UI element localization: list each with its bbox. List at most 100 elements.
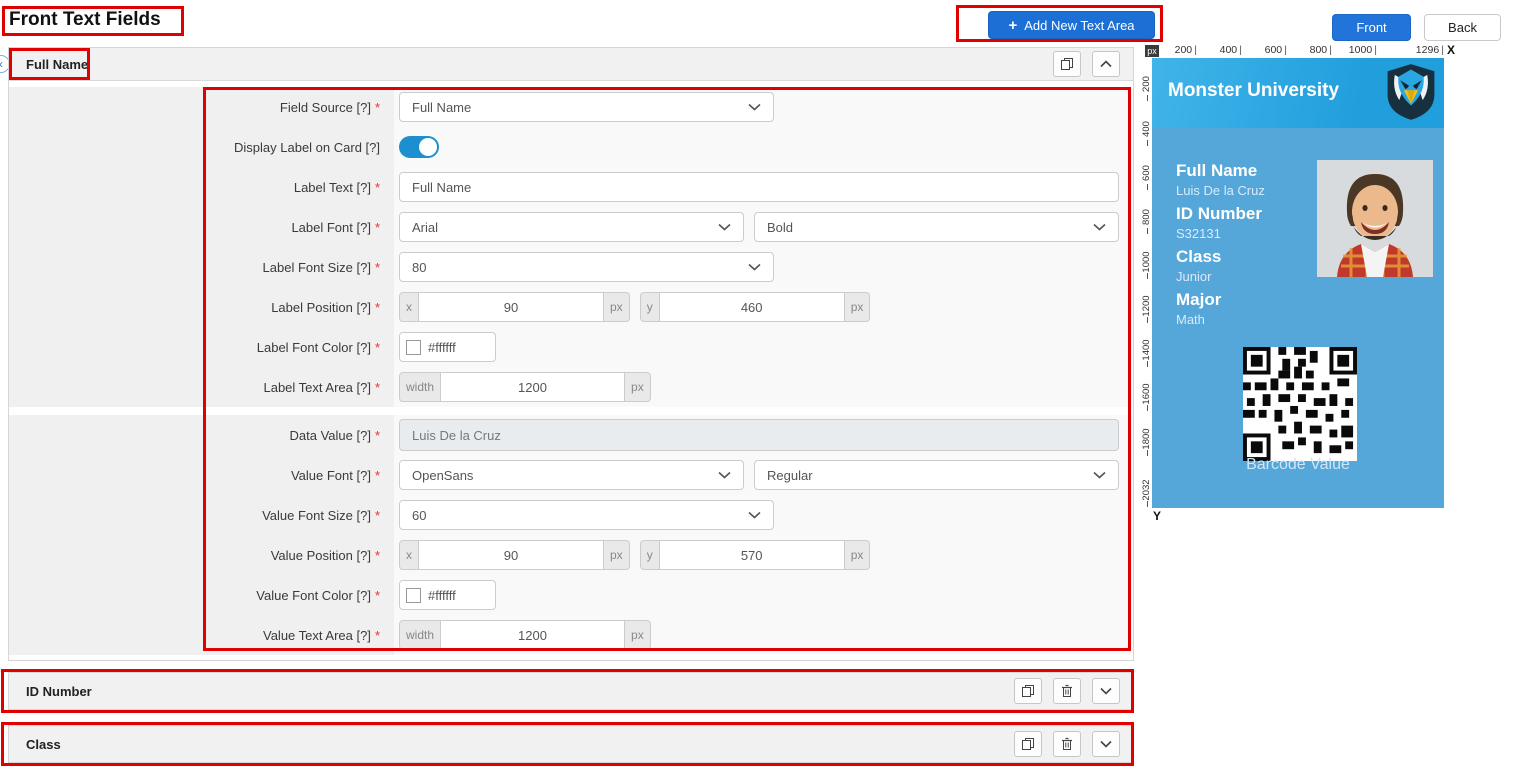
chevron-down-icon <box>718 471 731 479</box>
value-font-label: Value Font [?]* <box>9 455 394 495</box>
label-font-family-select[interactable]: Arial <box>399 212 744 242</box>
expand-button[interactable] <box>1092 678 1120 704</box>
add-new-text-area-button[interactable]: + Add New Text Area <box>988 11 1155 39</box>
value-font-family-select[interactable]: OpenSans <box>399 460 744 490</box>
full-name-panel-title: Full Name <box>22 57 88 72</box>
value-font-weight-select[interactable]: Regular <box>754 460 1119 490</box>
id-number-panel-header[interactable]: ID Number <box>8 672 1134 710</box>
add-new-text-area-label: Add New Text Area <box>1024 18 1134 33</box>
duplicate-button[interactable] <box>1014 731 1042 757</box>
label-font-size-select[interactable]: 80 <box>399 252 774 282</box>
x-tick: 600 <box>1239 44 1287 56</box>
class-panel-header[interactable]: Class <box>8 725 1134 763</box>
label-position-label: Label Position [?]* <box>9 287 394 327</box>
x-tick: 1000 <box>1329 44 1377 56</box>
width-addon: width <box>399 372 441 402</box>
label-font-size-row: Label Font Size [?]* 80 <box>9 247 1133 287</box>
x-tick: 400 <box>1194 44 1242 56</box>
card-field-value: Math <box>1176 310 1265 330</box>
school-logo-icon <box>1384 62 1438 122</box>
chevron-left-icon: ‹ <box>0 57 3 71</box>
display-label-label: Display Label on Card [?] <box>9 127 394 167</box>
value-position-label: Value Position [?]* <box>9 535 394 575</box>
page-title: Front Text Fields <box>9 9 161 31</box>
delete-button[interactable] <box>1053 678 1081 704</box>
full-name-panel: Full Name Field Source [?]* Full Na <box>8 47 1134 661</box>
field-source-row: Field Source [?]* Full Name <box>9 87 1133 127</box>
label-position-y-input[interactable] <box>659 292 845 322</box>
trash-icon <box>1061 737 1073 751</box>
chevron-down-icon <box>748 511 761 519</box>
copy-icon <box>1021 684 1035 698</box>
label-font-color-input[interactable]: #ffffff <box>399 332 496 362</box>
duplicate-button[interactable] <box>1053 51 1081 77</box>
copy-icon <box>1060 57 1074 71</box>
card-field-label: ID Number <box>1176 203 1265 224</box>
value-settings-group: Data Value [?]* Luis De la Cruz Value Fo… <box>9 415 1133 655</box>
copy-icon <box>1021 737 1035 751</box>
chevron-down-icon <box>718 223 731 231</box>
value-font-size-row: Value Font Size [?]* 60 <box>9 495 1133 535</box>
px-addon: px <box>844 540 871 570</box>
full-name-panel-body: Field Source [?]* Full Name Display Labe… <box>9 81 1133 660</box>
label-text-area-label: Label Text Area [?]* <box>9 367 394 407</box>
field-source-label: Field Source [?]* <box>9 87 394 127</box>
card-field-label: Full Name <box>1176 160 1265 181</box>
chevron-down-icon <box>748 103 761 111</box>
card-field-value: Luis De la Cruz <box>1176 181 1265 201</box>
label-text-row: Label Text [?]* <box>9 167 1133 207</box>
expand-button[interactable] <box>1092 731 1120 757</box>
value-position-row: Value Position [?]* x px y px <box>9 535 1133 575</box>
toggle-knob <box>419 138 437 156</box>
collapse-button[interactable] <box>1092 51 1120 77</box>
data-value-input: Luis De la Cruz <box>399 419 1119 451</box>
label-font-color-row: Label Font Color [?]* #ffffff <box>9 327 1133 367</box>
label-position-x-input[interactable] <box>418 292 604 322</box>
card-field-value: S32131 <box>1176 224 1265 244</box>
id-number-panel-title: ID Number <box>22 684 92 699</box>
value-font-color-row: Value Font Color [?]* #ffffff <box>9 575 1133 615</box>
data-value-label: Data Value [?]* <box>9 415 394 455</box>
x-addon: x <box>399 540 419 570</box>
field-source-select[interactable]: Full Name <box>399 92 774 122</box>
value-position-y-input[interactable] <box>659 540 845 570</box>
value-font-color-input[interactable]: #ffffff <box>399 580 496 610</box>
full-name-panel-header[interactable]: Full Name <box>9 48 1133 81</box>
label-font-label: Label Font [?]* <box>9 207 394 247</box>
delete-button[interactable] <box>1053 731 1081 757</box>
student-photo <box>1317 160 1433 277</box>
plus-icon: + <box>1008 18 1017 33</box>
label-font-row: Label Font [?]* Arial Bold <box>9 207 1133 247</box>
card-preview[interactable]: Monster University Full Name Luis De la … <box>1152 58 1444 508</box>
front-view-button[interactable]: Front <box>1332 14 1411 41</box>
label-position-row: Label Position [?]* x px y px <box>9 287 1133 327</box>
class-panel-title: Class <box>22 737 61 752</box>
x-tick: 200 <box>1149 44 1197 56</box>
y-addon: y <box>640 292 660 322</box>
label-font-color-label: Label Font Color [?]* <box>9 327 394 367</box>
px-addon: px <box>603 540 630 570</box>
color-swatch <box>406 588 421 603</box>
chevron-down-icon <box>1100 687 1112 695</box>
x-axis-label: X <box>1447 43 1455 57</box>
label-text-label: Label Text [?]* <box>9 167 394 207</box>
card-school-name: Monster University <box>1168 80 1339 102</box>
duplicate-button[interactable] <box>1014 678 1042 704</box>
chevron-up-icon <box>1100 60 1112 68</box>
value-position-x-input[interactable] <box>418 540 604 570</box>
value-font-size-select[interactable]: 60 <box>399 500 774 530</box>
qr-code <box>1243 347 1357 461</box>
x-tick: 800 <box>1284 44 1332 56</box>
value-text-area-width-input[interactable] <box>440 620 625 650</box>
display-label-toggle[interactable] <box>399 136 439 158</box>
chevron-down-icon <box>1093 471 1106 479</box>
label-font-weight-select[interactable]: Bold <box>754 212 1119 242</box>
label-text-area-width-input[interactable] <box>440 372 625 402</box>
value-font-size-label: Value Font Size [?]* <box>9 495 394 535</box>
px-addon: px <box>624 620 651 650</box>
back-view-button[interactable]: Back <box>1424 14 1501 41</box>
card-field-value: Junior <box>1176 267 1265 287</box>
label-text-input[interactable] <box>399 172 1119 202</box>
value-text-area-row: Value Text Area [?]* width px <box>9 615 1133 655</box>
x-addon: x <box>399 292 419 322</box>
